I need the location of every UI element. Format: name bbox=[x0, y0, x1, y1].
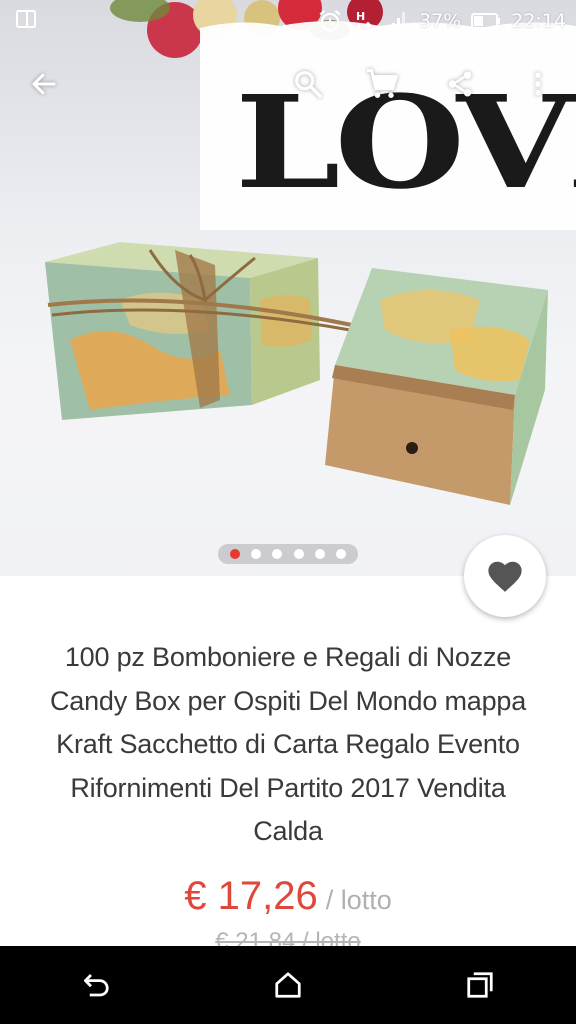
battery-icon bbox=[471, 12, 501, 30]
svg-text:H: H bbox=[356, 10, 365, 23]
screen-mirror-icon bbox=[14, 7, 38, 36]
pager-dot-2[interactable] bbox=[250, 549, 261, 559]
carousel-pager bbox=[218, 544, 358, 564]
top-toolbar bbox=[0, 56, 576, 114]
home-nav-icon bbox=[275, 972, 301, 998]
more-vert-icon bbox=[535, 72, 541, 96]
product-title-line: Rifornimenti Del Partito 2017 Vendita bbox=[70, 772, 506, 803]
pager-dot-3[interactable] bbox=[272, 549, 283, 559]
back-nav-icon bbox=[84, 974, 109, 997]
back-arrow-icon bbox=[32, 73, 56, 95]
search-icon bbox=[295, 71, 322, 98]
more-options-button[interactable] bbox=[514, 60, 562, 108]
battery-percent: 37% bbox=[419, 10, 462, 32]
price-row: € 17,26 / lotto bbox=[0, 874, 576, 926]
signal-icon bbox=[385, 9, 409, 33]
pager-dot-6[interactable] bbox=[336, 549, 347, 559]
product-title-line: 100 pz Bomboniere e Regali di Nozze bbox=[64, 642, 512, 672]
pager-dot-4[interactable] bbox=[293, 549, 304, 559]
product-title-line: Calda bbox=[253, 816, 323, 846]
product-title-line: Candy Box per Ospiti Del Mondo mappa bbox=[49, 685, 527, 716]
nav-recents-button[interactable] bbox=[440, 955, 520, 1015]
nav-home-button[interactable] bbox=[248, 955, 328, 1015]
share-button[interactable] bbox=[436, 60, 484, 108]
system-nav-bar bbox=[0, 946, 576, 1024]
recents-nav-icon bbox=[467, 972, 493, 998]
data-transfer-icon: H bbox=[353, 8, 375, 34]
share-icon bbox=[448, 71, 472, 97]
product-title: 100 pz Bomboniere e Regali di Nozze Cand… bbox=[14, 636, 562, 854]
right-gift-box bbox=[325, 268, 548, 505]
search-button[interactable] bbox=[284, 60, 332, 108]
pager-dot-5[interactable] bbox=[314, 549, 325, 559]
status-time: 22:14 bbox=[511, 10, 566, 32]
heart-icon bbox=[488, 561, 522, 592]
nav-back-button[interactable] bbox=[56, 955, 136, 1015]
favorite-button[interactable] bbox=[464, 535, 546, 617]
product-image-carousel[interactable]: LOVE bbox=[0, 0, 576, 576]
product-price: € 17,26 bbox=[184, 874, 318, 918]
back-button[interactable] bbox=[20, 60, 68, 108]
pager-dot-1[interactable] bbox=[229, 549, 240, 559]
alarm-icon bbox=[317, 8, 343, 34]
product-title-line: Kraft Sacchetto di Carta Regalo Evento bbox=[56, 729, 520, 759]
cart-button[interactable] bbox=[358, 60, 406, 108]
cart-icon bbox=[367, 69, 398, 98]
price-unit: / lotto bbox=[325, 885, 392, 915]
status-bar: H 37% 22:14 bbox=[0, 0, 576, 42]
